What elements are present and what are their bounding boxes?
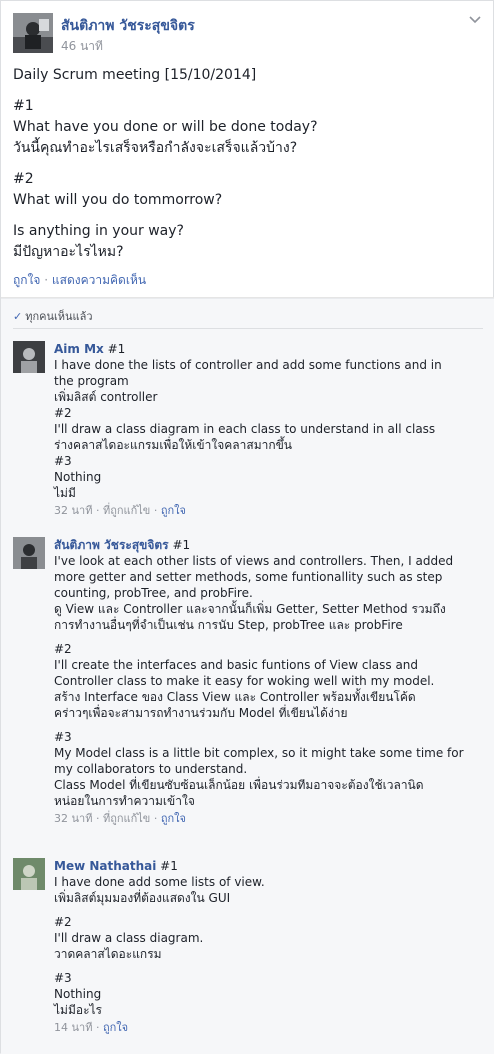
comment-line: I'll draw a class diagram in each class … <box>54 422 436 436</box>
comment-meta: 32 นาที · ที่ถูกแก้ไข · ถูกใจ <box>54 811 479 827</box>
comment-line: #2 <box>54 915 72 929</box>
comment-line: Nothing <box>54 470 102 484</box>
comment-author[interactable]: Aim Mx <box>54 342 104 356</box>
chevron-down-icon[interactable] <box>469 13 481 27</box>
check-icon: ✓ <box>13 310 23 323</box>
comment-heading: #1 <box>103 342 126 356</box>
comment-heading: #1 <box>168 538 191 552</box>
post-header: สันติภาพ วัชระสุขจิตร 46 นาที <box>13 13 483 55</box>
comment-body: Mew Nathathai #1 I have done add some lis… <box>54 858 479 1036</box>
seen-label: ทุกคนเห็นแล้ว <box>25 310 93 323</box>
avatar[interactable] <box>13 341 45 373</box>
comment-line: my collaborators to understand. <box>54 762 248 776</box>
comment-line: counting, probTree, and probFire. <box>54 586 253 600</box>
divider <box>13 328 483 329</box>
comment-timestamp[interactable]: 32 นาที <box>54 504 92 517</box>
comment-author[interactable]: สันติภาพ วัชระสุขจิตร <box>54 538 169 552</box>
comment-line: ไม่มี <box>54 486 76 500</box>
comment-like-link[interactable]: ถูกใจ <box>103 1021 128 1034</box>
comment-first-line: Aim Mx #1 <box>54 341 479 357</box>
separator: · <box>150 504 161 517</box>
comment-line: เพิ่มลิสต์ controller <box>54 390 158 404</box>
post-body-line: วันนี้คุณทำอะไรเสร็จหรือกำลังจะเสร็จแล้ว… <box>13 140 298 156</box>
comment-line: #3 <box>54 971 72 985</box>
comment-line: Controller class to make it easy for wok… <box>54 674 435 688</box>
separator: · <box>44 273 52 287</box>
separator: · <box>150 812 161 825</box>
post-actions: ถูกใจ · แสดงความคิดเห็น <box>13 271 146 290</box>
post-body-line: #1 <box>13 98 34 114</box>
post-card: สันติภาพ วัชระสุขจิตร 46 นาที Daily Scru… <box>0 0 494 1054</box>
comment-like-link[interactable]: ถูกใจ <box>161 812 186 825</box>
post-body-line: #2 <box>13 171 34 187</box>
comment-line: #2 <box>54 642 72 656</box>
post-body-line: Is anything in your way? <box>13 223 184 239</box>
post-body-line: What will you do tommorrow? <box>13 192 223 208</box>
author-avatar[interactable] <box>13 13 53 53</box>
comment-line: I'll create the interfaces and basic fun… <box>54 658 419 672</box>
separator: · <box>92 812 103 825</box>
comment-heading: #1 <box>156 859 178 873</box>
like-link[interactable]: ถูกใจ <box>13 273 40 287</box>
comment-first-line: Mew Nathathai #1 <box>54 858 479 874</box>
comment-line: #3 <box>54 454 72 468</box>
comment-line: ดู View และ Controller และจากนั้นก็เพิ่ม… <box>54 602 446 616</box>
comment-line: I'll draw a class diagram. <box>54 931 204 945</box>
separator: · <box>92 504 103 517</box>
edited-link[interactable]: ที่ถูกแก้ไข <box>103 812 150 825</box>
comment-line: วาดคลาสไดอะแกรม <box>54 947 162 961</box>
comment-meta: 32 นาที · ที่ถูกแก้ไข · ถูกใจ <box>54 503 479 519</box>
seen-indicator[interactable]: ✓ ทุกคนเห็นแล้ว <box>13 307 93 325</box>
comment-line: สร้าง Interface ของ Class View และ Contr… <box>54 690 416 704</box>
comment-timestamp[interactable]: 32 นาที <box>54 812 92 825</box>
comment-line: เพิ่มลิสต์มุมมองที่ต้องแสดงใน GUI <box>54 891 231 905</box>
comment-line: หน่อยในการทำความเข้าใจ <box>54 794 195 808</box>
comment-line: ไม่มีอะไร <box>54 1003 102 1017</box>
comment-line: My Model class is a little bit complex, … <box>54 746 464 760</box>
comment-line: คร่าวๆเพื่อจะสามารถทำงานร่วมกับ Model ที… <box>54 706 348 720</box>
comment-line: I've look at each other lists of views a… <box>54 554 454 568</box>
comment-line: #3 <box>54 730 72 744</box>
post-timestamp[interactable]: 46 นาที <box>61 37 103 56</box>
post-body-line: What have you done or will be done today… <box>13 119 318 135</box>
comment-line: ร่างคลาสไดอะแกรมเพื่อให้เข้าใจคลาสมากขึ้… <box>54 438 293 452</box>
edited-link[interactable]: ที่ถูกแก้ไข <box>103 504 150 517</box>
comment-line: Nothing <box>54 987 102 1001</box>
comment-link[interactable]: แสดงความคิดเห็น <box>52 273 146 287</box>
post-body: Daily Scrum meeting [15/10/2014] #1 What h… <box>13 65 483 263</box>
comment-line: #2 <box>54 406 72 420</box>
comment-line: Class Model ที่เขียนซับซ้อนเล็กน้อย เพื่… <box>54 778 424 792</box>
comment-body: สันติภาพ วัชระสุขจิตร #1 I've look at eac… <box>54 537 479 827</box>
avatar[interactable] <box>13 858 45 890</box>
comment-line: I have done the lists of controller and … <box>54 358 442 372</box>
comment-timestamp[interactable]: 14 นาที <box>54 1021 92 1034</box>
post-body-line: Daily Scrum meeting [15/10/2014] <box>13 67 257 83</box>
comment-body: Aim Mx #1 I have done the lists of contro… <box>54 341 479 519</box>
comment-like-link[interactable]: ถูกใจ <box>161 504 186 517</box>
post-author[interactable]: สันติภาพ วัชระสุขจิตร <box>61 15 195 37</box>
comment-line: more getter and setter methods, some fun… <box>54 570 443 584</box>
comment-first-line: สันติภาพ วัชระสุขจิตร #1 <box>54 537 479 553</box>
comment-meta: 14 นาที · ถูกใจ <box>54 1020 479 1036</box>
avatar[interactable] <box>13 537 45 569</box>
comment-line: the program <box>54 374 129 388</box>
comment-author[interactable]: Mew Nathathai <box>54 859 156 873</box>
post-body-line: มีปัญหาอะไรไหม? <box>13 244 124 260</box>
comment-line: การทำงานอื่นๆที่จำเป็นเช่น การนับ Step, … <box>54 618 403 632</box>
comment-line: I have done add some lists of view. <box>54 875 265 889</box>
separator: · <box>92 1021 103 1034</box>
